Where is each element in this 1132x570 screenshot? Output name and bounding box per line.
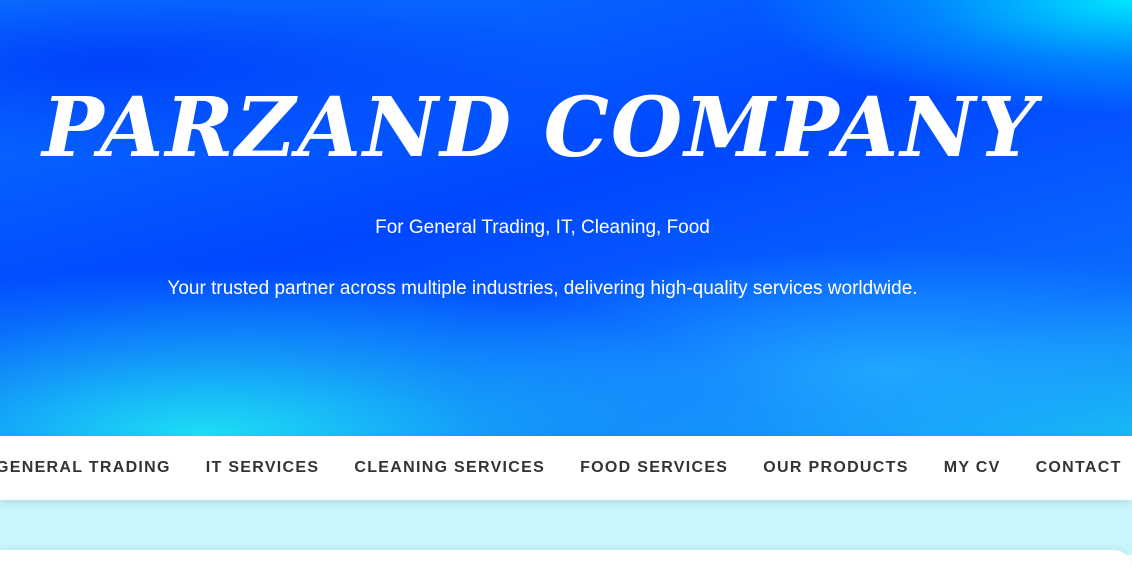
hero-subtitle: For General Trading, IT, Cleaning, Food [375, 217, 710, 238]
nav-item-it-services[interactable]: IT SERVICES [206, 459, 320, 477]
nav-item-my-cv[interactable]: MY CV [944, 459, 1001, 477]
nav-item-general-trading[interactable]: GENERAL TRADING [0, 459, 171, 477]
nav-item-food-services[interactable]: FOOD SERVICES [580, 459, 728, 477]
nav-item-cleaning-services[interactable]: CLEANING SERVICES [354, 459, 545, 477]
hero-banner: PARZAND COMPANY For General Trading, IT,… [0, 0, 1132, 436]
content-card [0, 550, 1132, 570]
nav-list: GENERAL TRADING IT SERVICES CLEANING SER… [0, 436, 1132, 500]
nav-item-contact[interactable]: CONTACT [1036, 459, 1122, 477]
nav-item-our-products[interactable]: OUR PRODUCTS [763, 459, 908, 477]
hero-tagline: Your trusted partner across multiple ind… [167, 278, 918, 299]
main-navigation: GENERAL TRADING IT SERVICES CLEANING SER… [0, 436, 1132, 500]
company-title: PARZAND COMPANY [42, 80, 1038, 176]
content-section [0, 500, 1132, 570]
